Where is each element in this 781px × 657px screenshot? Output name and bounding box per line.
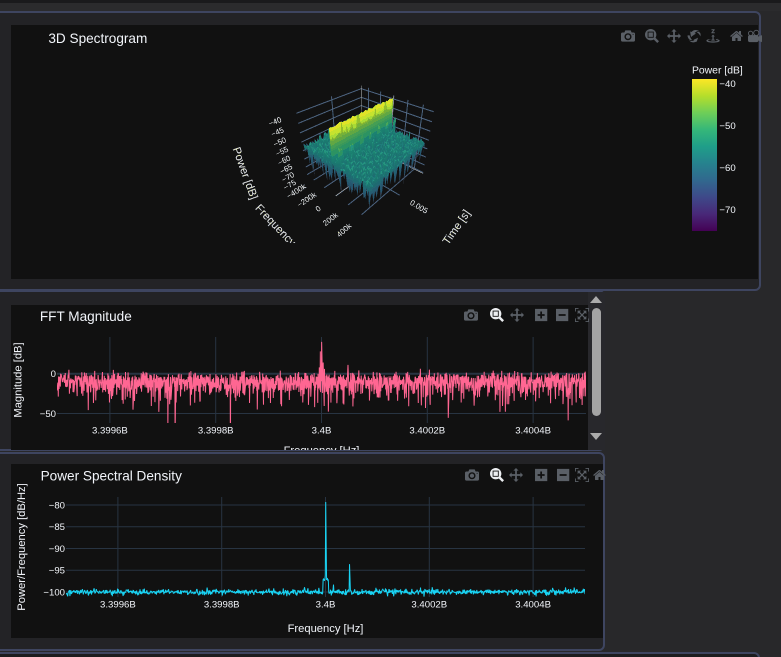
svg-text:Power Spectral Density: Power Spectral Density: [41, 469, 182, 484]
svg-text:−50: −50: [719, 121, 735, 132]
svg-text:−70: −70: [719, 205, 735, 216]
svg-text:Power [dB]: Power [dB]: [692, 65, 743, 76]
svg-text:Frequency [Hz]: Frequency [Hz]: [284, 445, 360, 450]
svg-text:3D Spectrogram: 3D Spectrogram: [48, 31, 147, 46]
svg-text:Power/Frequency [dB/Hz]: Power/Frequency [dB/Hz]: [16, 483, 28, 610]
svg-text:Magnitude [dB]: Magnitude [dB]: [12, 342, 24, 417]
svg-text:Frequency [Hz]: Frequency [Hz]: [288, 623, 364, 635]
svg-text:−60: −60: [719, 163, 735, 174]
svg-text:−40: −40: [719, 79, 735, 90]
svg-text:FFT Magnitude: FFT Magnitude: [40, 309, 132, 324]
